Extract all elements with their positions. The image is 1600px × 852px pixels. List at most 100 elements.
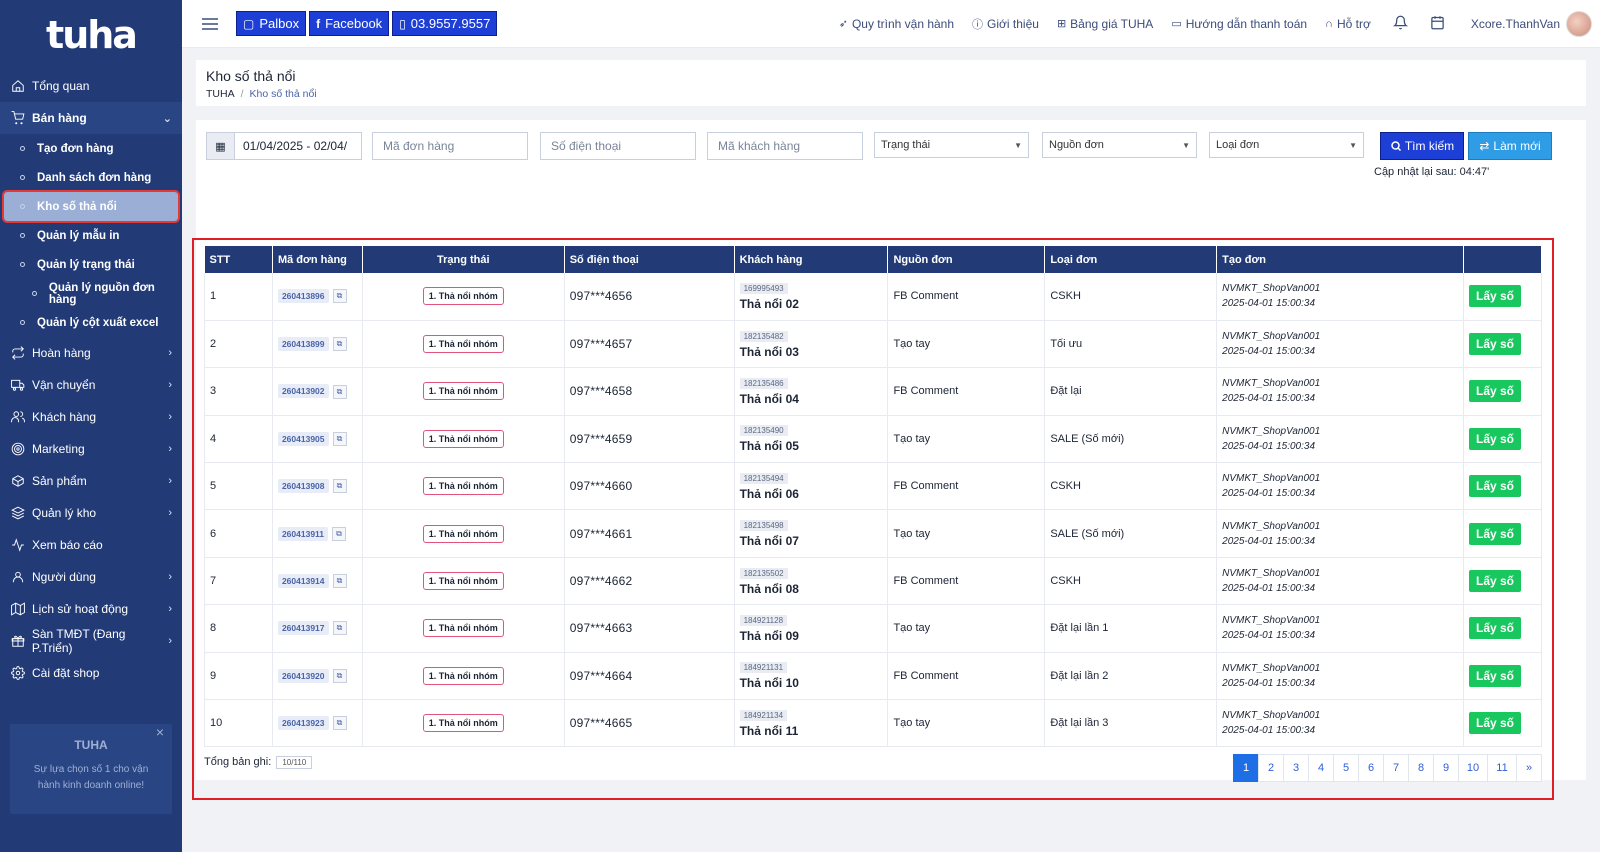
sidebar-item-bottom-2[interactable]: Khách hàng › — [0, 401, 182, 433]
order-code[interactable]: 260413908 — [277, 479, 329, 494]
order-code[interactable]: 260413911 — [277, 526, 329, 541]
copy-icon[interactable]: ⧉ — [332, 668, 347, 683]
layers-icon — [10, 505, 26, 521]
page-button[interactable]: 7 — [1383, 754, 1409, 782]
sidebar-item-top-0[interactable]: Tổng quan — [0, 70, 182, 102]
reset-button[interactable]: ⇄ Làm mới — [1468, 132, 1552, 160]
source-select[interactable]: Nguồn đơn ▼ — [1042, 132, 1197, 158]
order-code-input[interactable]: Mã đơn hàng — [372, 132, 528, 160]
copy-icon[interactable]: ⧉ — [332, 289, 347, 304]
copy-icon[interactable]: ⧉ — [332, 716, 347, 731]
sidebar-subitem-0[interactable]: Tạo đơn hàng — [0, 134, 182, 163]
top-link-2[interactable]: ⊞ Bảng giá TUHA — [1057, 16, 1153, 32]
copy-icon[interactable]: ⧉ — [332, 384, 347, 399]
creator-name: NVMKT_ShopVan001 — [1222, 615, 1321, 627]
order-code[interactable]: 260413923 — [277, 716, 329, 731]
copy-icon[interactable]: ⧉ — [332, 621, 347, 636]
sidebar-item-bottom-5[interactable]: Quản lý kho › — [0, 497, 182, 529]
page-button[interactable]: 8 — [1408, 754, 1434, 782]
take-number-button[interactable]: Lấy số — [1468, 427, 1521, 450]
top-button-2[interactable]: ▯ 03.9557.9557 — [392, 11, 498, 36]
sidebar-item-bottom-8[interactable]: Lịch sử hoạt động › — [0, 593, 182, 625]
page-button[interactable]: 11 — [1487, 754, 1517, 782]
creator-cell: NVMKT_ShopVan001 2025-04-01 15:00:34 — [1216, 367, 1464, 416]
order-code-cell: 260413917 ⧉ — [272, 604, 363, 653]
customer-code-input[interactable]: Mã khách hàng — [707, 132, 863, 160]
status-select[interactable]: Trạng thái ▼ — [874, 132, 1029, 158]
take-number-button[interactable]: Lấy số — [1468, 712, 1521, 735]
order-code[interactable]: 260413899 — [277, 337, 329, 352]
created-time: 2025-04-01 15:00:34 — [1222, 393, 1316, 405]
page-button[interactable]: 3 — [1283, 754, 1309, 782]
order-code[interactable]: 260413920 — [277, 668, 329, 683]
page-button[interactable]: 2 — [1258, 754, 1284, 782]
copy-icon[interactable]: ⧉ — [332, 574, 347, 589]
phone-cell: 097***4657 — [564, 320, 735, 369]
order-code[interactable]: 260413902 — [277, 384, 329, 399]
take-number-button[interactable]: Lấy số — [1468, 664, 1521, 687]
sidebar-item-bottom-9[interactable]: Sàn TMĐT (Đang P.Triển) › — [0, 625, 182, 657]
sidebar-subitem-2[interactable]: Kho số thả nổi — [2, 190, 180, 223]
created-time: 2025-04-01 15:00:34 — [1222, 346, 1316, 358]
copy-icon[interactable]: ⧉ — [332, 479, 347, 494]
page-button[interactable]: 4 — [1308, 754, 1334, 782]
take-number-button[interactable]: Lấy số — [1468, 285, 1521, 308]
order-code[interactable]: 260413917 — [277, 621, 329, 636]
sidebar-item-bottom-3[interactable]: Marketing › — [0, 433, 182, 465]
page-button[interactable]: 10 — [1458, 754, 1488, 782]
page-button[interactable]: 1 — [1233, 754, 1259, 782]
page-button[interactable]: 5 — [1333, 754, 1359, 782]
copy-icon[interactable]: ⧉ — [332, 337, 347, 352]
take-number-button[interactable]: Lấy số — [1468, 380, 1521, 403]
sidebar-item-bottom-6[interactable]: Xem báo cáo — [0, 529, 182, 561]
calendar-icon[interactable] — [1430, 15, 1445, 33]
sidebar-subitem-6[interactable]: Quản lý cột xuất excel — [0, 308, 182, 337]
type-cell: SALE (Số mới) — [1044, 415, 1218, 464]
customer-cell: 182135482 Thả nổi 03 — [734, 320, 889, 369]
sidebar-item-bottom-7[interactable]: Người dùng › — [0, 561, 182, 593]
page-button[interactable]: 6 — [1358, 754, 1384, 782]
sidebar-item-bottom-0[interactable]: Hoàn hàng › — [0, 337, 182, 369]
order-code[interactable]: 260413896 — [277, 289, 329, 304]
top-link-4[interactable]: ∩ Hỗ trợ — [1325, 16, 1371, 32]
page-button[interactable]: 9 — [1433, 754, 1459, 782]
take-number-button[interactable]: Lấy số — [1468, 617, 1521, 640]
phone-cell: 097***4660 — [564, 462, 735, 511]
sidebar-subitem-3[interactable]: Quản lý mẫu in — [0, 221, 182, 250]
copy-icon[interactable]: ⧉ — [332, 526, 347, 541]
copy-icon[interactable]: ⧉ — [332, 431, 347, 446]
order-code[interactable]: 260413914 — [277, 573, 329, 588]
take-number-button[interactable]: Lấy số — [1468, 333, 1521, 356]
type-select[interactable]: Loại đơn ▼ — [1209, 132, 1364, 158]
top-link-1[interactable]: ⓘ Giới thiệu — [972, 16, 1039, 32]
promo-desc: Sự lựa chọn số 1 cho vận hành kinh doanh… — [33, 764, 149, 791]
next-page-button[interactable]: » — [1516, 754, 1542, 782]
bell-icon[interactable] — [1392, 15, 1409, 33]
sidebar-subitem-4[interactable]: Quản lý trạng thái — [0, 250, 182, 279]
breadcrumb-root[interactable]: TUHA — [206, 88, 235, 100]
top-button-0[interactable]: ▢ Palbox — [236, 11, 307, 36]
sidebar-item-bottom-10[interactable]: Cài đặt shop — [0, 657, 182, 689]
top-link-0[interactable]: ➶ Quy trình vận hành — [839, 16, 954, 32]
sidebar-subitem-1[interactable]: Danh sách đơn hàng — [0, 163, 182, 192]
sidebar-item-top-1[interactable]: Bán hàng ⌄ — [0, 102, 182, 134]
phone-input[interactable]: Số điện thoại — [540, 132, 696, 160]
close-icon[interactable]: × — [156, 724, 164, 740]
take-number-button[interactable]: Lấy số — [1468, 570, 1521, 593]
username[interactable]: Xcore.ThanhVan — [1471, 17, 1560, 31]
customer-cell: 182135498 Thả nổi 07 — [734, 509, 889, 558]
sidebar-item-bottom-1[interactable]: Vận chuyển › — [0, 369, 182, 401]
sidebar-item-bottom-4[interactable]: Sản phẩm › — [0, 465, 182, 497]
take-number-button[interactable]: Lấy số — [1468, 522, 1521, 545]
take-number-button[interactable]: Lấy số — [1468, 475, 1521, 498]
date-range-field[interactable]: ▦ 01/04/2025 - 02/04/ — [206, 132, 362, 160]
menu-toggle-icon[interactable] — [202, 15, 218, 33]
column-header-0: STT — [204, 246, 273, 273]
sidebar-subitem-5[interactable]: Quản lý nguồn đơn hàng — [0, 279, 182, 308]
tuha-logo[interactable]: tuha — [0, 0, 182, 70]
top-button-1[interactable]: f Facebook — [309, 11, 390, 36]
order-code[interactable]: 260413905 — [277, 431, 329, 446]
avatar[interactable] — [1566, 10, 1592, 37]
top-link-3[interactable]: ▭ Hướng dẫn thanh toán — [1171, 16, 1307, 32]
search-button[interactable]: Tìm kiếm — [1380, 132, 1464, 160]
